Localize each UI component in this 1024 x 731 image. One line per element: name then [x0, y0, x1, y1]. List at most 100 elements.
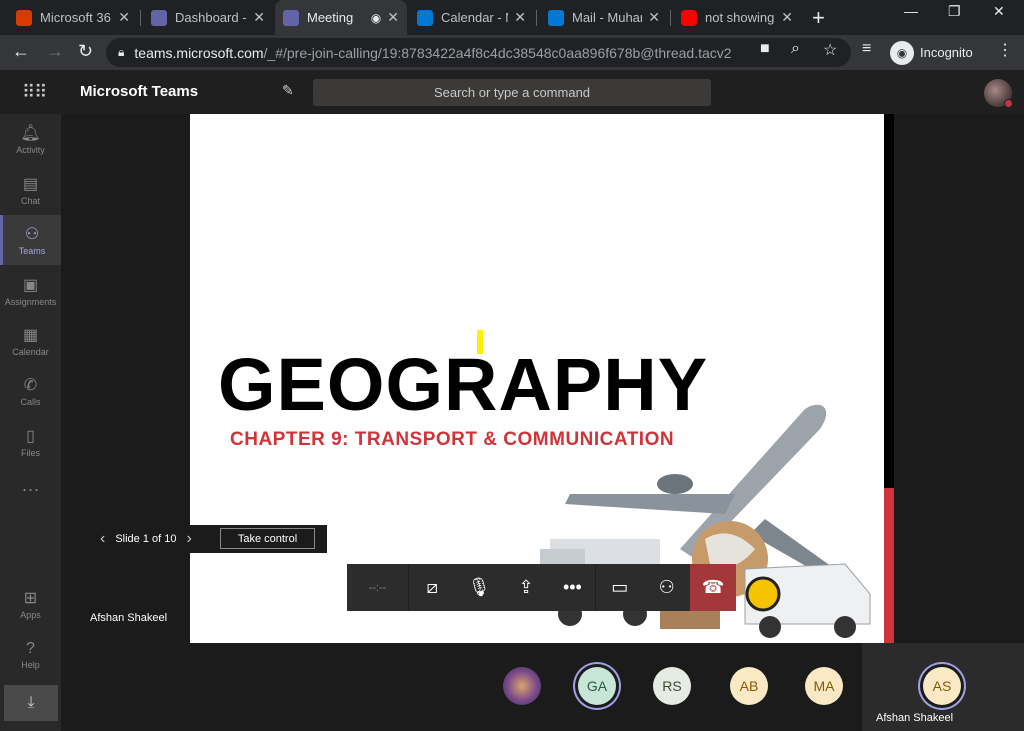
forward-icon[interactable]: →	[46, 41, 64, 62]
participant-avatar[interactable]: GA	[578, 667, 616, 705]
camera-off-button[interactable]: ⧄	[409, 564, 456, 611]
reload-icon[interactable]: ↻	[78, 41, 93, 62]
close-icon[interactable]: ✕	[387, 9, 399, 26]
hang-up-button[interactable]: ☎	[690, 564, 736, 611]
close-window-icon[interactable]: ✕	[993, 3, 1005, 20]
new-tab-button[interactable]: +	[812, 5, 825, 31]
avatar[interactable]	[984, 79, 1013, 108]
slide-accent	[884, 488, 894, 643]
participant-initials: MA	[813, 678, 835, 694]
share-icon: ⇪	[518, 577, 534, 597]
rail-item-activity[interactable]: 🔔︎ Activity	[0, 114, 61, 164]
tab-dashboard[interactable]: Dashboard - ✕	[143, 0, 273, 35]
share-button[interactable]: ⇪	[503, 564, 550, 611]
rail-item-calls[interactable]: ✆ Calls	[0, 366, 61, 416]
incognito-badge[interactable]: ◉ Incognito	[890, 38, 973, 67]
rail-item-help[interactable]: ? Help	[0, 630, 61, 680]
rail-item-calendar[interactable]: ▦ Calendar	[0, 316, 61, 366]
star-icon[interactable]: ☆	[823, 40, 837, 60]
rail-label: Chat	[20, 196, 40, 206]
rail-item-apps[interactable]: ⊞ Apps	[0, 579, 61, 629]
participant-avatar[interactable]: MA	[805, 667, 843, 705]
restore-icon[interactable]: ❐	[948, 3, 961, 20]
download-app-button[interactable]: ⤓	[4, 685, 58, 721]
next-slide-icon[interactable]: ›	[176, 530, 201, 548]
close-icon[interactable]: ✕	[118, 9, 130, 26]
minimize-icon[interactable]: —	[904, 3, 918, 19]
rail-label: Assignments	[4, 297, 57, 307]
url-field[interactable]: 🔒︎ teams.microsoft.com/_#/pre-join-calli…	[106, 38, 851, 67]
wheel-image	[745, 576, 781, 612]
presenter-name: Afshan Shakeel	[90, 612, 168, 624]
zoom-icon[interactable]: ⌕	[791, 40, 800, 58]
teams-icon	[283, 9, 299, 26]
rail-label: Calendar	[12, 347, 49, 357]
rail-item-teams[interactable]: ⚇ Teams	[0, 215, 61, 265]
close-icon[interactable]: ✕	[648, 9, 660, 26]
more-actions-button[interactable]: •••	[549, 564, 597, 611]
youtube-icon	[681, 9, 697, 26]
tab-title: Meeting	[307, 10, 354, 25]
self-avatar[interactable]: AS	[923, 667, 961, 705]
participant-avatar-photo[interactable]	[503, 667, 541, 705]
chat-icon: ▭	[611, 577, 629, 597]
calendar-icon	[417, 9, 433, 26]
back-icon[interactable]: ←	[12, 41, 30, 62]
media-queue-icon[interactable]: ≡	[862, 40, 871, 58]
tab-youtube[interactable]: not showing ✕	[673, 0, 801, 35]
search-input[interactable]: Search or type a command	[313, 79, 711, 106]
apps-icon: ⊞	[23, 590, 38, 607]
close-icon[interactable]: ✕	[253, 9, 265, 26]
rail-item-assignments[interactable]: ▣ Assignments	[0, 266, 61, 316]
tab-calendar[interactable]: Calendar - M ✕	[409, 0, 534, 35]
pointer-highlight	[477, 330, 483, 354]
tab-title: Dashboard -	[175, 10, 247, 25]
previous-slide-icon[interactable]: ‹	[90, 530, 115, 548]
app-launcher-icon[interactable]: ⠿⠿	[22, 82, 47, 103]
rail-label: Activity	[16, 145, 45, 155]
microphone-off-icon: 🎙︎	[467, 577, 491, 597]
tab-meeting[interactable]: Meeting ◉ ✕	[275, 0, 407, 35]
rail-label: Calls	[20, 397, 41, 407]
tab-mail[interactable]: Mail - Muhar ✕	[540, 0, 668, 35]
participant-initials: RS	[662, 678, 682, 694]
download-icon: ⤓	[27, 694, 35, 711]
call-timer: --:--	[347, 564, 409, 611]
self-tile-name: Afshan Shakeel	[876, 712, 954, 724]
more-icon: •••	[562, 577, 582, 597]
slide-counter: Slide 1 of 10	[115, 533, 177, 545]
phone-hangup-icon: ☎	[701, 577, 725, 597]
tab-microsoft365[interactable]: Microsoft 36 ✕	[8, 0, 138, 35]
participant-avatar[interactable]: AB	[730, 667, 768, 705]
address-bar-row: ← → ↻ 🔒︎ teams.microsoft.com/_#/pre-join…	[0, 35, 1024, 70]
rail-label: Files	[20, 448, 40, 458]
call-controls: --:-- ⧄ 🎙︎ ⇪ ••• ▭ ⚇ ☎	[347, 564, 736, 611]
office-icon	[16, 9, 32, 26]
rail-label: Teams	[18, 246, 46, 256]
browser-tab-bar: Microsoft 36 ✕ Dashboard - ✕ Meeting ◉ ✕…	[0, 0, 1024, 35]
take-control-button[interactable]: Take control	[220, 528, 315, 549]
more-apps-icon[interactable]: ···	[0, 479, 61, 500]
search-placeholder: Search or type a command	[433, 85, 591, 100]
outlook-icon	[548, 9, 564, 26]
close-icon[interactable]: ✕	[781, 9, 793, 26]
tab-title: Mail - Muhar	[572, 10, 643, 25]
help-icon: ?	[26, 640, 35, 657]
participant-initials: AS	[932, 678, 952, 694]
teams-header: ⠿⠿ Microsoft Teams ✎ Search or type a co…	[0, 70, 1024, 114]
rail-item-files[interactable]: ▯ Files	[0, 417, 61, 467]
menu-icon[interactable]: ⋮	[997, 40, 1013, 60]
chat-button[interactable]: ▭	[596, 564, 643, 611]
participant-avatar[interactable]: RS	[653, 667, 691, 705]
camera-blocked-icon[interactable]: ■	[760, 40, 770, 58]
participants-button[interactable]: ⚇	[643, 564, 690, 611]
recording-icon: ◉	[370, 10, 382, 25]
tab-title: Calendar - M	[441, 10, 508, 25]
mute-button[interactable]: 🎙︎	[456, 564, 503, 611]
url-path: /_#/pre-join-calling/19:8783422a4f8c4dc3…	[263, 44, 732, 61]
compose-icon[interactable]: ✎	[282, 82, 294, 99]
close-icon[interactable]: ✕	[514, 9, 526, 26]
incognito-label: Incognito	[920, 45, 973, 60]
rail-item-chat[interactable]: ▤ Chat	[0, 165, 61, 215]
participant-initials: GA	[586, 678, 608, 694]
